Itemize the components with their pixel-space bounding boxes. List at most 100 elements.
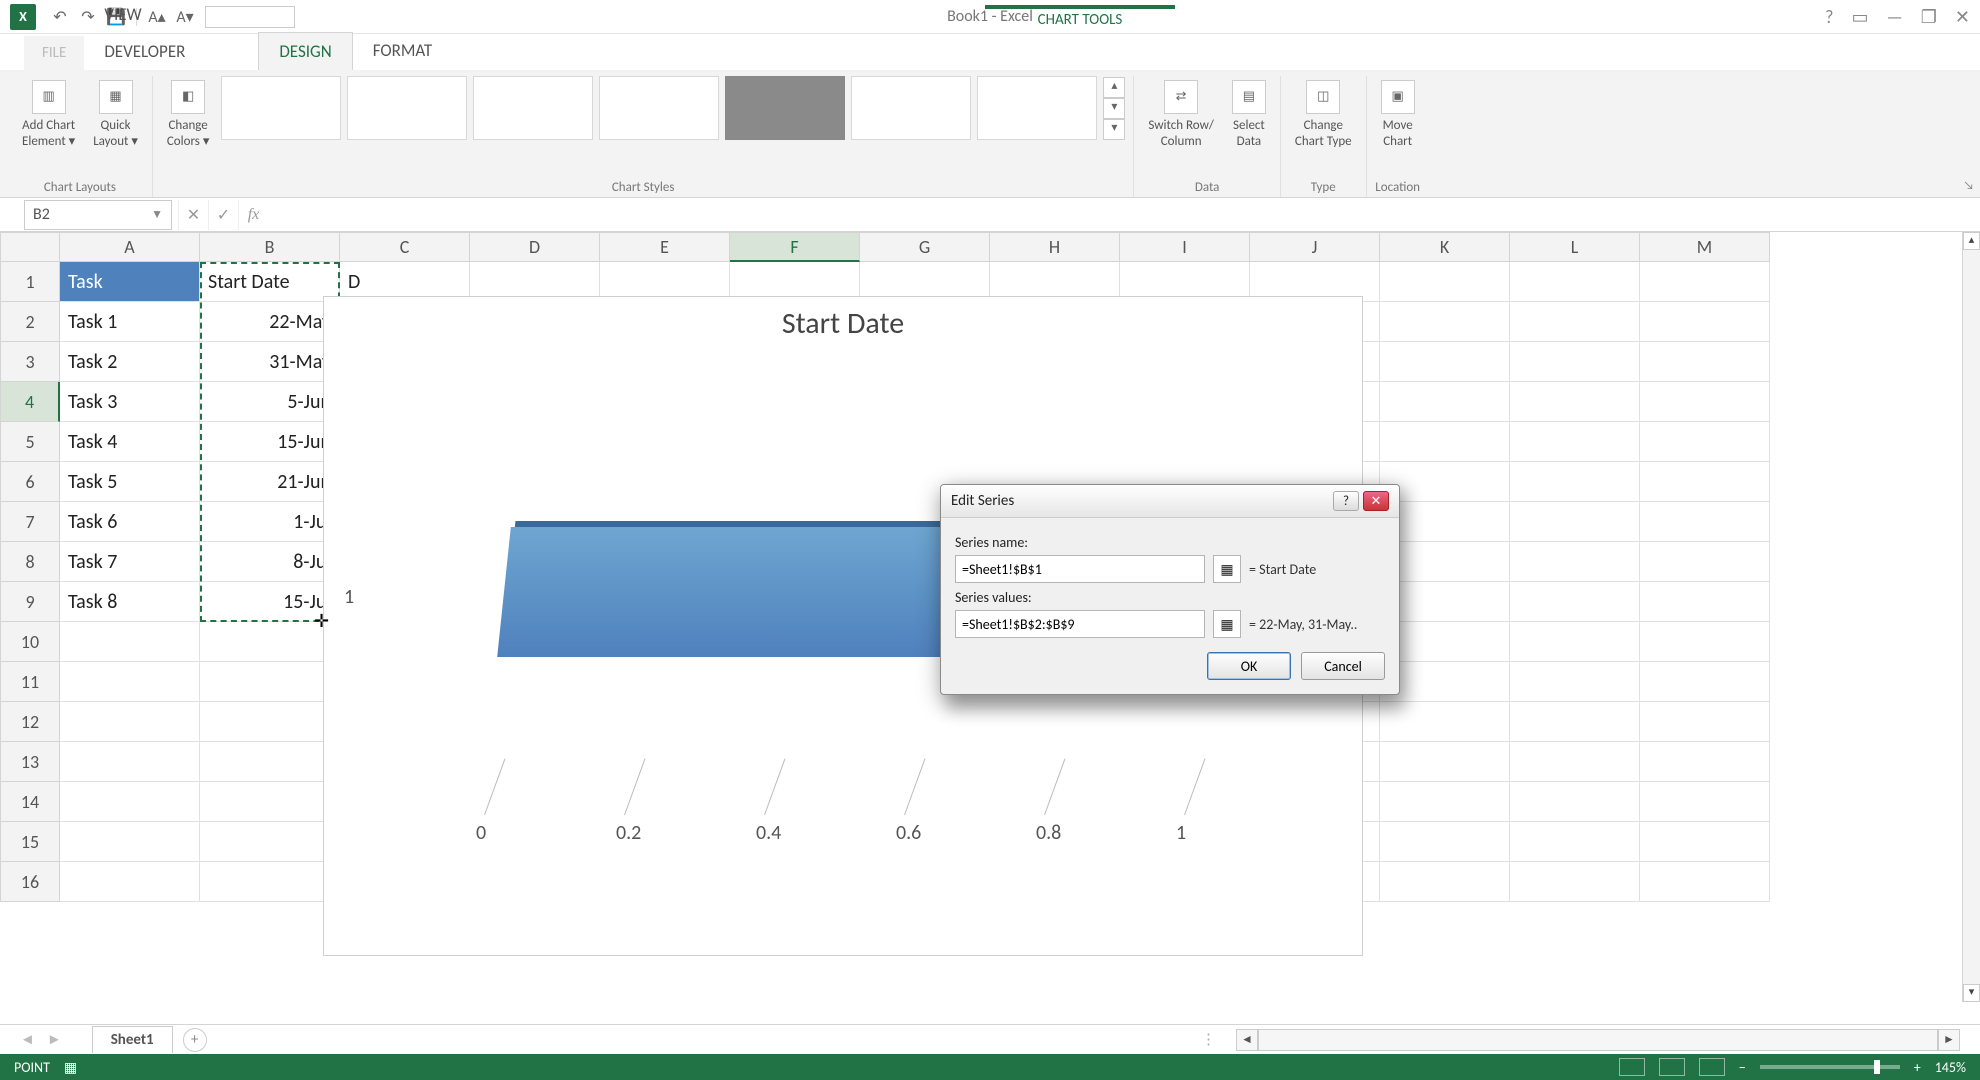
cell[interactable] (200, 622, 340, 662)
dialog-close-button[interactable]: ✕ (1363, 491, 1389, 511)
column-header[interactable]: J (1250, 232, 1380, 262)
row-header[interactable]: 12 (0, 702, 60, 742)
split-handle[interactable]: ⋮ (1201, 1030, 1216, 1049)
name-box[interactable]: B2▼ (24, 200, 172, 230)
sheet-tab-active[interactable]: Sheet1 (92, 1026, 173, 1053)
scroll-down-button[interactable]: ▾ (1963, 984, 1980, 1002)
sheet-nav-next[interactable]: ► (47, 1031, 62, 1049)
gallery-scroll[interactable]: ▴▾▾ (1103, 77, 1125, 140)
font-size-combo[interactable] (205, 6, 295, 28)
row-header[interactable]: 14 (0, 782, 60, 822)
hscroll-track[interactable] (1258, 1029, 1938, 1051)
chart-style-thumb[interactable] (473, 76, 593, 140)
chart-style-thumb-selected[interactable] (725, 76, 845, 140)
cell[interactable] (1380, 862, 1510, 902)
cell[interactable]: Task 7 (60, 542, 200, 582)
cell[interactable] (1510, 342, 1640, 382)
tab-format[interactable]: FORMAT (353, 32, 452, 70)
cell[interactable] (1510, 662, 1640, 702)
add-chart-element-button[interactable]: ▥Add Chart Element ▾ (16, 76, 81, 153)
cell[interactable] (1510, 622, 1640, 662)
cell[interactable]: 5-Jun (200, 382, 340, 422)
cell[interactable] (1510, 462, 1640, 502)
range-picker-button[interactable]: ▦ (1213, 555, 1241, 583)
cell[interactable] (1640, 582, 1770, 622)
cell[interactable] (1640, 462, 1770, 502)
chart-style-thumb[interactable] (599, 76, 719, 140)
cell[interactable] (1640, 782, 1770, 822)
cell[interactable]: Task 8 (60, 582, 200, 622)
cell[interactable] (1510, 502, 1640, 542)
cell[interactable] (1640, 342, 1770, 382)
dialog-titlebar[interactable]: Edit Series ? ✕ (941, 485, 1399, 518)
view-normal-button[interactable] (1619, 1058, 1645, 1076)
switch-row-column-button[interactable]: ⇄Switch Row/ Column (1142, 76, 1220, 153)
add-sheet-button[interactable]: + (183, 1028, 207, 1052)
cell[interactable] (1640, 662, 1770, 702)
cell[interactable] (1380, 782, 1510, 822)
cell[interactable] (60, 822, 200, 862)
chart-style-thumb[interactable] (977, 76, 1097, 140)
column-header[interactable]: D (470, 232, 600, 262)
series-name-input[interactable] (955, 555, 1205, 583)
cell[interactable]: 22-May (200, 302, 340, 342)
column-header[interactable]: I (1120, 232, 1250, 262)
cell[interactable]: 31-May (200, 342, 340, 382)
cell[interactable] (1640, 622, 1770, 662)
cell[interactable] (1640, 422, 1770, 462)
cell[interactable] (200, 822, 340, 862)
view-page-break-button[interactable] (1699, 1058, 1725, 1076)
tab-design[interactable]: DESIGN (258, 32, 352, 70)
sheet-nav-prev[interactable]: ◄ (20, 1031, 35, 1049)
cell[interactable] (60, 702, 200, 742)
enter-formula-button[interactable]: ✓ (208, 200, 238, 230)
row-header[interactable]: 4 (0, 382, 60, 422)
move-chart-button[interactable]: ▣Move Chart (1375, 76, 1421, 153)
cell[interactable] (1510, 582, 1640, 622)
cell[interactable] (1380, 742, 1510, 782)
cell[interactable]: Task 6 (60, 502, 200, 542)
chart-style-thumb[interactable] (851, 76, 971, 140)
column-header[interactable]: F (730, 232, 860, 262)
cell[interactable]: 8-Jul (200, 542, 340, 582)
cell[interactable] (1380, 342, 1510, 382)
row-header[interactable]: 9 (0, 582, 60, 622)
column-header[interactable]: H (990, 232, 1120, 262)
cell[interactable] (1640, 742, 1770, 782)
cell[interactable] (200, 862, 340, 902)
restore-button[interactable]: ❐ (1921, 6, 1937, 28)
column-header[interactable]: A (60, 232, 200, 262)
tab-file[interactable]: FILE (24, 36, 84, 70)
cell[interactable] (60, 622, 200, 662)
cell[interactable] (1640, 862, 1770, 902)
cell[interactable]: Task 4 (60, 422, 200, 462)
row-header[interactable]: 15 (0, 822, 60, 862)
cell[interactable] (1640, 382, 1770, 422)
cell[interactable] (1510, 782, 1640, 822)
cancel-button[interactable]: Cancel (1301, 652, 1385, 680)
chevron-down-icon[interactable]: ▼ (151, 207, 163, 222)
scroll-up-button[interactable]: ▴ (1963, 232, 1980, 250)
cell[interactable] (200, 662, 340, 702)
cell[interactable]: Task 5 (60, 462, 200, 502)
chart-style-thumb[interactable] (221, 76, 341, 140)
column-header[interactable]: M (1640, 232, 1770, 262)
cell[interactable] (60, 662, 200, 702)
range-picker-button[interactable]: ▦ (1213, 610, 1241, 638)
formula-input[interactable] (268, 200, 1980, 230)
zoom-level[interactable]: 145% (1935, 1059, 1966, 1076)
cell[interactable] (1510, 262, 1640, 302)
cell[interactable]: Task 1 (60, 302, 200, 342)
row-header[interactable]: 8 (0, 542, 60, 582)
quick-layout-button[interactable]: ▦Quick Layout ▾ (87, 76, 144, 153)
cell[interactable]: Task 3 (60, 382, 200, 422)
cell[interactable]: 15-Jun (200, 422, 340, 462)
ribbon-display-options[interactable]: ▭ (1851, 6, 1868, 28)
ok-button[interactable]: OK (1207, 652, 1291, 680)
chart-style-thumb[interactable] (347, 76, 467, 140)
cell[interactable] (1640, 702, 1770, 742)
cell[interactable]: Task (60, 262, 200, 302)
cell[interactable] (1380, 422, 1510, 462)
cell[interactable] (1640, 542, 1770, 582)
cell[interactable]: 1-Jul (200, 502, 340, 542)
